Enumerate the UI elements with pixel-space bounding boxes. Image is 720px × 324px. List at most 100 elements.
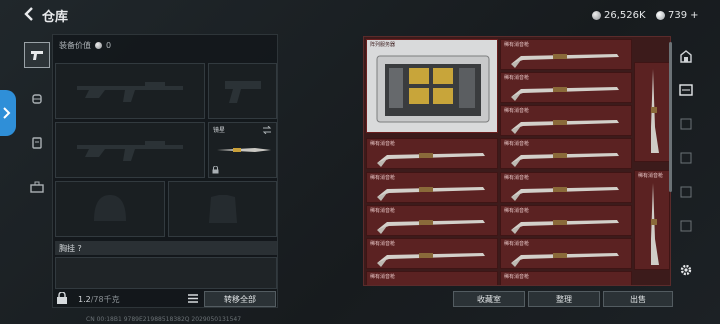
lock-icon	[212, 166, 219, 174]
equipment-value-label: 装备价值	[59, 41, 91, 50]
rifle-icon	[377, 253, 485, 267]
side-drawer-tab[interactable]	[0, 90, 16, 136]
rifle-icon	[377, 187, 485, 201]
storage-item-label: 稀有消音枪	[370, 274, 396, 280]
melee-weapon-icon	[217, 148, 271, 152]
storage-item[interactable]: 稀有消音枪	[500, 205, 632, 236]
sell-button[interactable]: 出售	[603, 291, 673, 307]
status-bar: CN 00:18B1 9789E21988518382Q 20290501315…	[0, 314, 720, 324]
capacity-value: 1.2	[78, 295, 91, 304]
list-icon[interactable]	[188, 294, 198, 303]
right-rail-home[interactable]	[676, 46, 696, 66]
rail-weapon-tab[interactable]	[24, 42, 50, 68]
helmet-slot[interactable]	[55, 181, 165, 237]
rifle-icon	[511, 120, 619, 134]
rifle-icon	[511, 87, 619, 101]
server-image	[376, 55, 490, 123]
storage-item[interactable]: 稀有消音枪	[500, 39, 632, 70]
sort-button[interactable]: 整理	[528, 291, 600, 307]
storage-item[interactable]: 稀有消音枪	[500, 72, 632, 103]
coin-icon	[95, 42, 102, 49]
storage-item-label: 稀有消音枪	[504, 208, 530, 214]
storage-item-label: 稀有消音枪	[370, 208, 396, 214]
storage-item-label: 稀有消音枪	[504, 241, 530, 247]
gear-icon	[680, 264, 692, 276]
storage-grid: 阵列服务器 稀有消音枪 稀有消音枪 稀有消音枪 稀有消音枪 稀有消音枪 稀有消音枪 稀有消音…	[363, 36, 671, 286]
pistol-icon	[31, 51, 43, 60]
right-rail-item-a[interactable]	[676, 114, 696, 134]
rail-armor-tab[interactable]	[24, 130, 50, 156]
storage-item[interactable]	[634, 62, 670, 162]
box-icon	[680, 152, 692, 164]
server-icon	[679, 84, 693, 96]
server-item[interactable]: 阵列服务器	[366, 39, 498, 133]
chest-rig-header: 胸挂 ?	[55, 241, 277, 255]
storage-scrollbar[interactable]	[669, 42, 672, 192]
storage-item-label: 稀有消音枪	[370, 175, 396, 181]
storage-item[interactable]: 稀有消音枪	[634, 170, 670, 270]
gold-amount: 739	[668, 9, 688, 21]
gold-coin-icon	[656, 10, 665, 20]
storage-item[interactable]: 稀有消音枪	[366, 172, 498, 203]
rifle-icon	[377, 153, 485, 167]
storage-item[interactable]: 稀有消音枪	[366, 138, 498, 169]
right-rail-item-b[interactable]	[676, 148, 696, 168]
storage-item[interactable]: 稀有消音枪	[500, 105, 632, 136]
storage-item[interactable]: 稀有消音枪	[366, 238, 498, 269]
rifle-icon	[511, 253, 619, 267]
right-rail-item-d[interactable]	[676, 216, 696, 236]
collection-room-button[interactable]: 收藏室	[453, 291, 525, 307]
box-icon	[680, 186, 692, 198]
rifle-icon	[511, 187, 619, 201]
add-currency-button[interactable]: +	[690, 10, 698, 21]
pistol-slot[interactable]	[208, 63, 277, 119]
box-icon	[680, 220, 692, 232]
page-title: 仓库	[42, 10, 69, 25]
equipment-panel: 装备价值 0 镜星 胸挂 ?	[52, 34, 278, 308]
left-rail	[24, 34, 50, 304]
storage-item[interactable]: 稀有消音枪	[500, 138, 632, 169]
status-text: CN 00:18B1 9789E21988518382Q 20290501315…	[86, 316, 242, 323]
storage-item-label: 稀有消音枪	[504, 42, 530, 48]
gold-currency[interactable]: 739 +	[656, 8, 698, 22]
storage-item[interactable]: 稀有消音枪	[366, 271, 498, 286]
storage-item[interactable]: 稀有消音枪	[366, 205, 498, 236]
chest-rig-slot[interactable]	[55, 257, 277, 289]
chest-rig-label: 胸挂	[59, 244, 75, 253]
silver-amount: 26,526K	[604, 9, 646, 21]
primary-weapon-slot[interactable]	[55, 63, 205, 119]
armor-silhouette-icon	[208, 195, 237, 223]
silver-currency: 26,526K	[592, 8, 646, 22]
storage-item[interactable]: 稀有消音枪	[500, 271, 632, 285]
rifle-icon	[511, 220, 619, 234]
storage-item[interactable]: 稀有消音枪	[500, 238, 632, 269]
storage-item-label: 稀有消音枪	[504, 108, 530, 114]
rail-backpack-tab[interactable]	[24, 174, 50, 200]
backpack-icon	[30, 181, 44, 193]
capacity-max: /78千克	[90, 295, 120, 304]
storage-item-label: 稀有消音枪	[504, 274, 530, 280]
equipment-footer: 1.2/78千克 转移全部	[52, 290, 278, 308]
right-rail-server[interactable]	[676, 80, 696, 100]
storage-item-label: 稀有消音枪	[370, 141, 396, 147]
storage-item[interactable]: 稀有消音枪	[500, 172, 632, 203]
right-rail-item-c[interactable]	[676, 182, 696, 202]
secondary-weapon-slot[interactable]	[55, 122, 205, 178]
help-icon[interactable]: ?	[78, 244, 82, 253]
rifle-icon	[511, 54, 619, 68]
storage-item-label: 稀有消音枪	[504, 175, 530, 181]
server-label: 阵列服务器	[370, 42, 396, 48]
rifle-icon	[651, 183, 659, 265]
armor-slot[interactable]	[168, 181, 277, 237]
swap-icon[interactable]	[262, 126, 272, 134]
rail-helmet-tab[interactable]	[24, 86, 50, 112]
equipment-value: 装备价值 0	[59, 40, 111, 51]
back-arrow-icon[interactable]	[22, 6, 36, 22]
transfer-all-button[interactable]: 转移全部	[204, 291, 276, 307]
melee-slot[interactable]: 镜星	[208, 122, 277, 178]
capacity-text: 1.2/78千克	[78, 294, 120, 305]
settings-button[interactable]	[676, 260, 696, 280]
rifle-icon	[373, 280, 493, 286]
box-icon	[680, 118, 692, 130]
attachment-label: 镜星	[213, 127, 226, 134]
